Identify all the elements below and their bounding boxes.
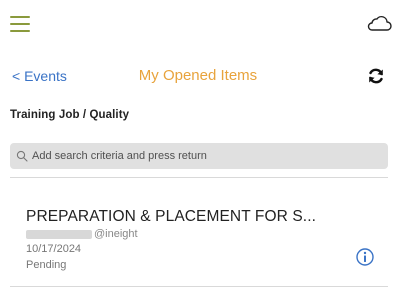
refresh-icon[interactable]: [367, 67, 385, 85]
item-email-suffix: @ineight: [94, 228, 138, 240]
info-icon[interactable]: [355, 247, 375, 267]
item-status: Pending: [26, 259, 67, 271]
search-bar[interactable]: [10, 143, 388, 169]
search-icon: [16, 150, 28, 162]
item-date: 10/17/2024: [26, 243, 82, 255]
back-to-events-link[interactable]: < Events: [12, 68, 67, 84]
search-input[interactable]: [32, 143, 380, 169]
item-title: PREPARATION & PLACEMENT FOR S...: [26, 208, 317, 225]
divider: [10, 286, 388, 287]
hamburger-menu-icon[interactable]: [8, 12, 34, 36]
top-bar: [0, 0, 396, 52]
cloud-icon[interactable]: [366, 12, 392, 34]
list-item[interactable]: PREPARATION & PLACEMENT FOR S... @ineigh…: [0, 178, 396, 286]
nav-bar: My Opened Items < Events: [0, 60, 396, 92]
section-title: Training Job / Quality: [10, 109, 130, 121]
redacted-email-mask: [26, 229, 92, 239]
item-email: @ineight: [26, 228, 138, 241]
